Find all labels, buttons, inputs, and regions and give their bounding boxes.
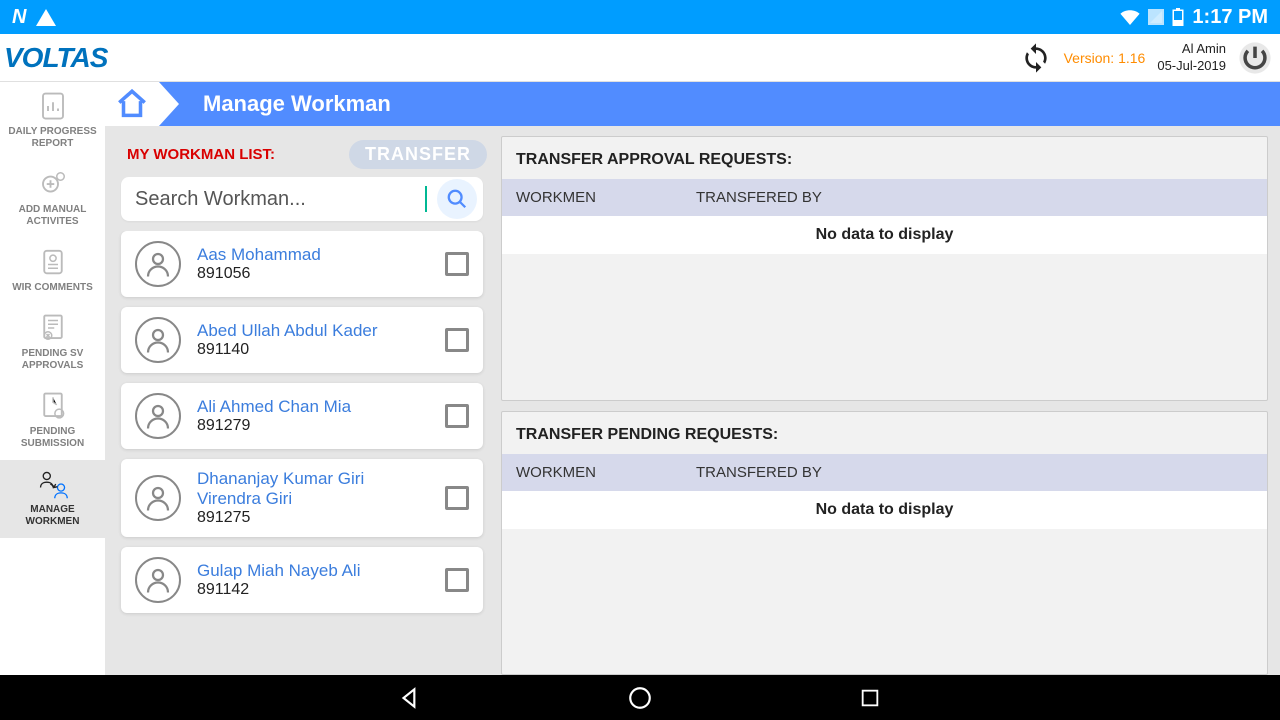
workmen-transfer-icon [37, 468, 69, 500]
search-divider [425, 186, 427, 212]
workman-name: Dhananjay Kumar Giri Virendra Giri [197, 469, 429, 509]
doc-clock-icon [37, 390, 69, 422]
avatar-icon [135, 241, 181, 287]
avatar-icon [135, 475, 181, 521]
workman-card[interactable]: Gulap Miah Nayeb Ali891142 [121, 547, 483, 613]
version-label: Version: 1.16 [1064, 50, 1146, 66]
no-data-label: No data to display [502, 491, 1267, 529]
workman-card[interactable]: Ali Ahmed Chan Mia891279 [121, 383, 483, 449]
workman-name: Gulap Miah Nayeb Ali [197, 561, 429, 581]
sidebar-item-pending-submission[interactable]: PENDING SUBMISSION [0, 382, 105, 460]
username: Al Amin [1182, 41, 1226, 58]
workman-name: Abed Ullah Abdul Kader [197, 321, 429, 341]
home-button[interactable] [105, 82, 159, 126]
workman-id: 891275 [197, 509, 429, 527]
android-status-bar: N 1:17 PM [0, 0, 1280, 34]
status-time: 1:17 PM [1192, 6, 1268, 29]
sidebar-item-label: DAILY PROGRESS REPORT [4, 126, 101, 150]
col-workmen: WORKMEN [516, 189, 696, 206]
workman-id: 891056 [197, 265, 429, 283]
workman-list-title: MY WORKMAN LIST: [127, 146, 275, 163]
search-icon [446, 188, 468, 210]
workman-name: Ali Ahmed Chan Mia [197, 397, 429, 417]
home-nav-button[interactable] [625, 683, 655, 713]
page-header: Manage Workman [105, 82, 1280, 126]
workman-checkbox[interactable] [445, 486, 469, 510]
sidebar-item-label: MANAGE WORKMEN [4, 504, 101, 528]
sidebar-item-label: WIR COMMENTS [12, 282, 93, 294]
workman-card[interactable]: Abed Ullah Abdul Kader891140 [121, 307, 483, 373]
workman-checkbox[interactable] [445, 404, 469, 428]
report-icon [37, 90, 69, 122]
battery-icon [1172, 8, 1184, 26]
approval-requests-panel: TRANSFER APPROVAL REQUESTS: WORKMEN TRAN… [501, 136, 1268, 401]
col-workmen: WORKMEN [516, 464, 696, 481]
n-icon: N [12, 6, 26, 29]
col-transby: TRANSFERED BY [696, 464, 1253, 481]
logo: VOLTAS [0, 42, 107, 74]
signal-icon [1148, 9, 1164, 25]
doc-x-icon [37, 312, 69, 344]
search-button[interactable] [437, 179, 477, 219]
page-title: Manage Workman [203, 91, 391, 117]
search-input[interactable] [135, 188, 421, 211]
warning-icon [36, 9, 56, 26]
workman-card[interactable]: Aas Mohammad891056 [121, 231, 483, 297]
badge-icon [37, 246, 69, 278]
back-button[interactable] [395, 683, 425, 713]
sidebar-item-add-manual[interactable]: ADD MANUAL ACTIVITES [0, 160, 105, 238]
pending-title: TRANSFER PENDING REQUESTS: [502, 412, 1267, 454]
circle-icon [627, 685, 653, 711]
sidebar-item-label: PENDING SUBMISSION [4, 426, 101, 450]
workman-list[interactable]: Aas Mohammad891056 Abed Ullah Abdul Kade… [117, 231, 487, 675]
workman-card[interactable]: Dhananjay Kumar Giri Virendra Giri891275 [121, 459, 483, 537]
col-transby: TRANSFERED BY [696, 189, 1253, 206]
sidebar-item-wir-comments[interactable]: WIR COMMENTS [0, 238, 105, 304]
sidebar-item-label: ADD MANUAL ACTIVITES [4, 204, 101, 228]
wifi-icon [1120, 9, 1140, 25]
workman-id: 891142 [197, 581, 429, 599]
sync-icon[interactable] [1020, 42, 1052, 74]
transfer-button[interactable]: TRANSFER [349, 140, 487, 169]
workman-checkbox[interactable] [445, 252, 469, 276]
sidebar-item-manage-workmen[interactable]: MANAGE WORKMEN [0, 460, 105, 538]
avatar-icon [135, 393, 181, 439]
sidebar-item-daily-progress[interactable]: DAILY PROGRESS REPORT [0, 82, 105, 160]
android-nav-bar [0, 675, 1280, 720]
sidebar-item-label: PENDING SV APPROVALS [4, 348, 101, 372]
back-icon [397, 685, 423, 711]
table-header: WORKMEN TRANSFERED BY [502, 454, 1267, 491]
power-icon[interactable] [1238, 41, 1272, 75]
no-data-label: No data to display [502, 216, 1267, 254]
pending-requests-panel: TRANSFER PENDING REQUESTS: WORKMEN TRANS… [501, 411, 1268, 676]
sidebar-item-pending-sv[interactable]: PENDING SV APPROVALS [0, 304, 105, 382]
workman-checkbox[interactable] [445, 328, 469, 352]
square-icon [859, 687, 881, 709]
avatar-icon [135, 317, 181, 363]
workman-name: Aas Mohammad [197, 245, 429, 265]
workman-id: 891279 [197, 417, 429, 435]
approval-title: TRANSFER APPROVAL REQUESTS: [502, 137, 1267, 179]
home-icon [115, 87, 149, 121]
gear-plus-icon [37, 168, 69, 200]
workman-id: 891140 [197, 341, 429, 359]
app-header: VOLTAS Version: 1.16 Al Amin 05-Jul-2019 [0, 34, 1280, 82]
header-date: 05-Jul-2019 [1157, 58, 1226, 75]
avatar-icon [135, 557, 181, 603]
workman-checkbox[interactable] [445, 568, 469, 592]
recent-button[interactable] [855, 683, 885, 713]
sidebar: DAILY PROGRESS REPORT ADD MANUAL ACTIVIT… [0, 82, 105, 675]
search-row [121, 177, 483, 221]
user-info: Al Amin 05-Jul-2019 [1157, 41, 1226, 75]
table-header: WORKMEN TRANSFERED BY [502, 179, 1267, 216]
